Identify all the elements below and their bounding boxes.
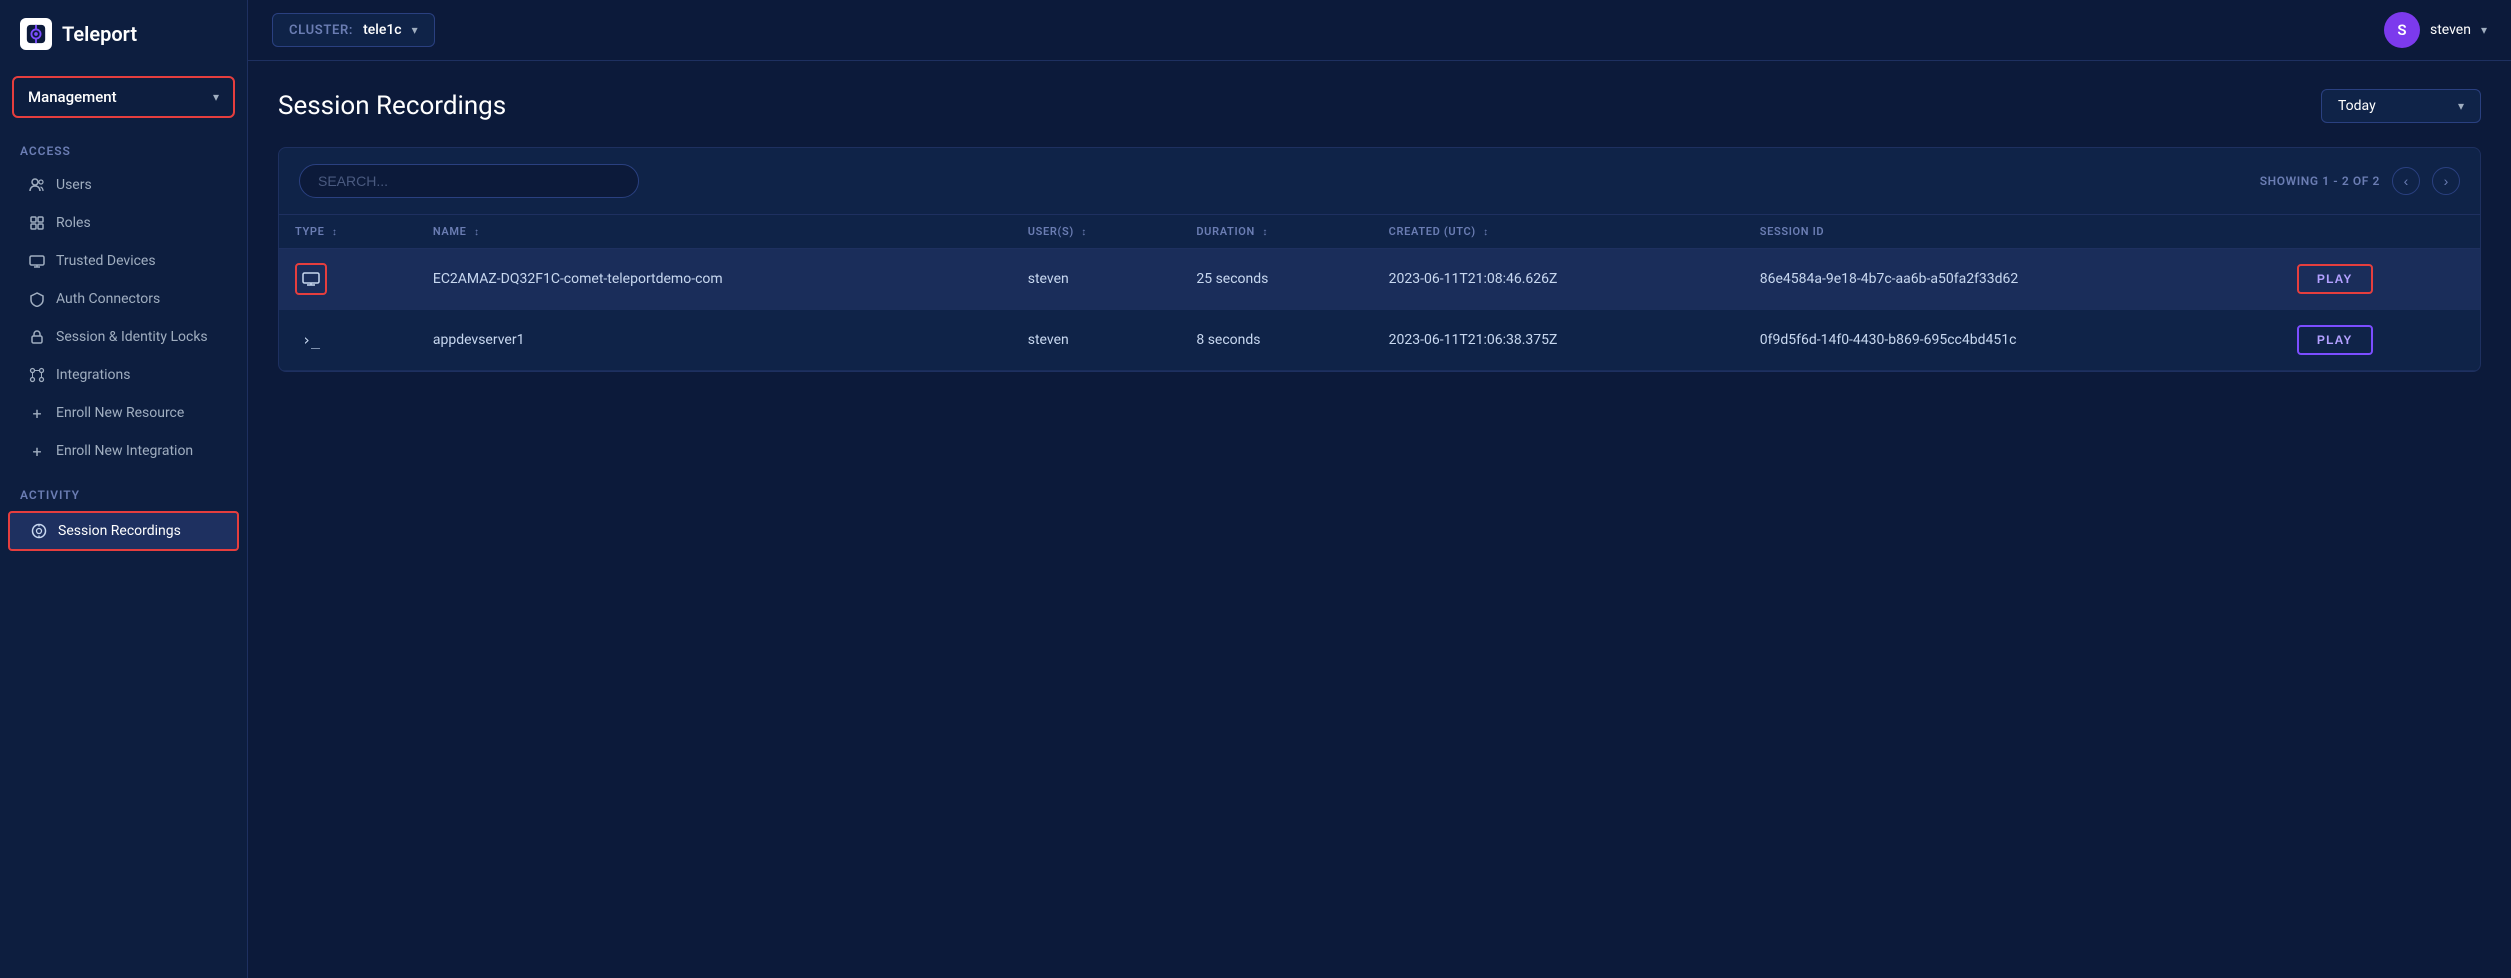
page-header: Session Recordings Today ▾ — [278, 89, 2481, 123]
recordings-icon — [30, 522, 48, 540]
pagination-next-button[interactable]: › — [2432, 167, 2460, 195]
cell-type — [279, 249, 417, 310]
logo-text: Teleport — [62, 22, 137, 46]
page-title: Session Recordings — [278, 91, 506, 121]
col-created: CREATED (UTC) ↕ — [1373, 215, 1744, 249]
type-sort-icon: ↕ — [332, 227, 338, 238]
search-input[interactable] — [299, 164, 639, 198]
sidebar-item-integrations[interactable]: Integrations — [8, 357, 239, 393]
cell-session-id: 86e4584a-9e18-4b7c-aa6b-a50fa2f33d62 — [1744, 249, 2281, 310]
cell-created: 2023-06-11T21:08:46.626Z — [1373, 249, 1744, 310]
sidebar-item-enroll-integration-label: Enroll New Integration — [56, 443, 193, 459]
date-filter-value: Today — [2338, 98, 2376, 114]
user-chevron-icon: ▾ — [2481, 23, 2487, 37]
sidebar-item-users[interactable]: Users — [8, 167, 239, 203]
cell-type: ›_ — [279, 310, 417, 371]
user-area[interactable]: S steven ▾ — [2384, 12, 2487, 48]
duration-sort-icon: ↕ — [1262, 227, 1268, 238]
play-button[interactable]: PLAY — [2297, 325, 2373, 355]
recordings-table-container: SHOWING 1 - 2 OF 2 ‹ › TYPE ↕ NAME ↕ USE… — [278, 147, 2481, 372]
sidebar-item-roles-label: Roles — [56, 215, 91, 231]
cluster-selector[interactable]: CLUSTER: tele1c ▾ — [272, 13, 435, 47]
table-header-row: TYPE ↕ NAME ↕ USER(S) ↕ DURATION ↕ CREAT… — [279, 215, 2480, 249]
cell-users: steven — [1012, 249, 1181, 310]
topbar: CLUSTER: tele1c ▾ S steven ▾ — [248, 0, 2511, 61]
cluster-name: tele1c — [363, 22, 402, 38]
user-name: steven — [2430, 22, 2471, 38]
sidebar-item-session-identity-locks[interactable]: Session & Identity Locks — [8, 319, 239, 355]
management-dropdown[interactable]: Management ▾ — [12, 76, 235, 118]
roles-icon — [28, 214, 46, 232]
cell-session-id: 0f9d5f6d-14f0-4430-b869-695cc4bd451c — [1744, 310, 2281, 371]
recordings-table: TYPE ↕ NAME ↕ USER(S) ↕ DURATION ↕ CREAT… — [279, 215, 2480, 371]
device-icon — [28, 252, 46, 270]
name-sort-icon: ↕ — [474, 227, 480, 238]
users-icon — [28, 176, 46, 194]
cell-created: 2023-06-11T21:06:38.375Z — [1373, 310, 1744, 371]
sidebar-item-auth-connectors[interactable]: Auth Connectors — [8, 281, 239, 317]
cell-duration: 8 seconds — [1180, 310, 1372, 371]
cell-name: EC2AMAZ-DQ32F1C-comet-teleportdemo-com — [417, 249, 1012, 310]
col-type: TYPE ↕ — [279, 215, 417, 249]
integrations-icon — [28, 366, 46, 384]
sidebar-item-integrations-label: Integrations — [56, 367, 130, 383]
cluster-chevron-icon: ▾ — [412, 23, 418, 37]
pagination-prev-button[interactable]: ‹ — [2392, 167, 2420, 195]
plus-integration-icon: + — [28, 442, 46, 460]
users-sort-icon: ↕ — [1081, 227, 1087, 238]
col-users: USER(S) ↕ — [1012, 215, 1181, 249]
main-content: CLUSTER: tele1c ▾ S steven ▾ Session Rec… — [248, 0, 2511, 978]
app-logo: Teleport — [0, 0, 247, 68]
desktop-type-icon — [295, 263, 327, 295]
table-row: ›_ appdevserver1steven8 seconds2023-06-1… — [279, 310, 2480, 371]
sidebar-item-enroll-resource-label: Enroll New Resource — [56, 405, 184, 421]
sidebar-item-enroll-integration[interactable]: + Enroll New Integration — [8, 433, 239, 469]
pagination-info: SHOWING 1 - 2 OF 2 ‹ › — [2260, 167, 2460, 195]
col-session-id: SESSION ID — [1744, 215, 2281, 249]
access-section-label: Access — [0, 126, 247, 166]
lock-icon — [28, 328, 46, 346]
col-name: NAME ↕ — [417, 215, 1012, 249]
sidebar-item-session-recordings[interactable]: Session Recordings — [8, 511, 239, 551]
shield-icon — [28, 290, 46, 308]
date-filter-dropdown[interactable]: Today ▾ — [2321, 89, 2481, 123]
sidebar-item-roles[interactable]: Roles — [8, 205, 239, 241]
cell-name: appdevserver1 — [417, 310, 1012, 371]
cluster-label: CLUSTER: — [289, 23, 353, 38]
sidebar-item-session-identity-locks-label: Session & Identity Locks — [56, 329, 208, 345]
col-action — [2281, 215, 2480, 249]
logo-icon — [20, 18, 52, 50]
management-chevron-icon: ▾ — [213, 90, 219, 104]
sidebar-item-users-label: Users — [56, 177, 92, 193]
plus-resource-icon: + — [28, 404, 46, 422]
cell-duration: 25 seconds — [1180, 249, 1372, 310]
sidebar-item-trusted-devices[interactable]: Trusted Devices — [8, 243, 239, 279]
sidebar-item-auth-connectors-label: Auth Connectors — [56, 291, 160, 307]
sidebar-item-session-recordings-label: Session Recordings — [58, 523, 181, 539]
user-avatar: S — [2384, 12, 2420, 48]
cell-users: steven — [1012, 310, 1181, 371]
management-label: Management — [28, 88, 117, 106]
cell-play: PLAY — [2281, 249, 2480, 310]
play-button[interactable]: PLAY — [2297, 264, 2373, 294]
cell-play: PLAY — [2281, 310, 2480, 371]
page-content: Session Recordings Today ▾ SHOWING 1 - 2… — [248, 61, 2511, 978]
terminal-type-icon: ›_ — [295, 324, 327, 356]
date-filter-chevron-icon: ▾ — [2458, 99, 2464, 113]
col-duration: DURATION ↕ — [1180, 215, 1372, 249]
table-toolbar: SHOWING 1 - 2 OF 2 ‹ › — [279, 148, 2480, 215]
activity-section-label: Activity — [0, 470, 247, 510]
sidebar: Teleport Management ▾ Access Users Roles — [0, 0, 248, 978]
sidebar-item-enroll-resource[interactable]: + Enroll New Resource — [8, 395, 239, 431]
sidebar-item-trusted-devices-label: Trusted Devices — [56, 253, 156, 269]
table-body: EC2AMAZ-DQ32F1C-comet-teleportdemo-comst… — [279, 249, 2480, 371]
created-sort-icon: ↕ — [1483, 227, 1489, 238]
table-row: EC2AMAZ-DQ32F1C-comet-teleportdemo-comst… — [279, 249, 2480, 310]
pagination-text: SHOWING 1 - 2 OF 2 — [2260, 174, 2380, 188]
